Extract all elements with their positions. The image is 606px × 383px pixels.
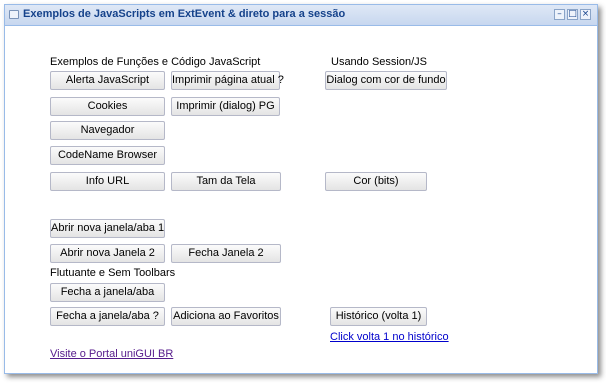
click-volta-historico-link[interactable]: Click volta 1 no histórico [330,331,449,343]
codename-browser-button[interactable]: CodeName Browser [50,146,165,165]
cor-bits-button[interactable]: Cor (bits) [325,172,427,191]
main-window: Exemplos de JavaScripts em ExtEvent & di… [4,4,598,374]
historico-button[interactable]: Histórico (volta 1) [330,307,427,326]
fecha-janela-aba-confirm-button[interactable]: Fecha a janela/aba ? [50,307,165,326]
info-url-button[interactable]: Info URL [50,172,165,191]
dialog-cor-fundo-button[interactable]: Dialog com cor de fundo [325,71,447,90]
navegador-button[interactable]: Navegador [50,121,165,140]
maximize-icon[interactable]: □ [567,9,578,20]
abrir-nova-janela-2-button[interactable]: Abrir nova Janela 2 [50,244,165,263]
window-tools: – □ × [554,9,591,20]
alerta-javascript-button[interactable]: Alerta JavaScript [50,71,165,90]
window-title: Exemplos de JavaScripts em ExtEvent & di… [23,8,346,20]
adiciona-favoritos-button[interactable]: Adiciona ao Favoritos [171,307,281,326]
tam-tela-button[interactable]: Tam da Tela [171,172,281,191]
minimize-icon[interactable]: – [554,9,565,20]
floating-section-label: Flutuante e Sem Toolbars [50,267,176,279]
imprimir-dialog-button[interactable]: Imprimir (dialog) PG [171,97,280,116]
abrir-nova-janela-1-button[interactable]: Abrir nova janela/aba 1 [50,219,165,238]
fecha-janela-aba-button[interactable]: Fecha a janela/aba [50,283,165,302]
functions-section-label: Exemplos de Funções e Código JavaScript [50,56,261,68]
window-titlebar[interactable]: Exemplos de JavaScripts em ExtEvent & di… [5,5,597,26]
cookies-button[interactable]: Cookies [50,97,165,116]
imprimir-pagina-button[interactable]: Imprimir página atual ? [171,71,284,90]
session-section-label: Usando Session/JS [331,56,427,68]
fecha-janela-2-button[interactable]: Fecha Janela 2 [171,244,281,263]
close-icon[interactable]: × [580,9,591,20]
window-body: Exemplos de Funções e Código JavaScript … [5,26,597,373]
visite-portal-link[interactable]: Visite o Portal uniGUI BR [50,348,173,360]
window-icon [9,10,19,19]
